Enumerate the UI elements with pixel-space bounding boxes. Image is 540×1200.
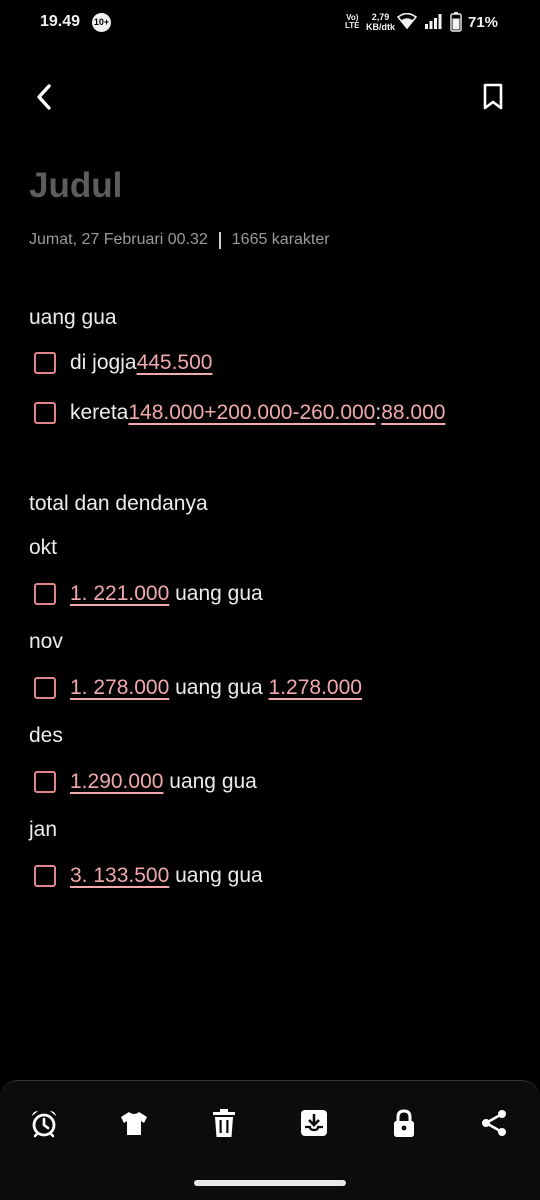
number-link[interactable]: 1. 278.000 xyxy=(70,676,169,700)
checkbox[interactable] xyxy=(34,352,56,374)
volte-indicator: Vo) LTE xyxy=(345,13,360,30)
delete-button[interactable] xyxy=(202,1103,246,1147)
number-link[interactable]: 3. 133.500 xyxy=(70,864,169,888)
item-label: uang gua xyxy=(169,676,269,699)
bookmark-icon xyxy=(482,83,504,116)
checkbox[interactable] xyxy=(34,402,56,424)
item-label: uang gua xyxy=(163,770,257,793)
month-label-okt: okt xyxy=(29,536,58,559)
checklist-item-nov: 1. 278.000 uang gua 1.278.000 xyxy=(34,676,362,700)
checkbox[interactable] xyxy=(34,771,56,793)
shirt-icon xyxy=(119,1109,149,1142)
notification-count-badge: 10+ xyxy=(92,13,111,32)
lock-button[interactable] xyxy=(382,1103,426,1147)
checklist-item-des: 1.290.000 uang gua xyxy=(34,770,257,794)
app-bar xyxy=(0,70,540,126)
item-label: kereta xyxy=(70,401,129,424)
network-speed: 2,79 KB/dtk xyxy=(366,12,395,32)
note-title[interactable]: Judul xyxy=(29,166,122,206)
share-button[interactable] xyxy=(472,1103,516,1147)
item-label: di jogja xyxy=(70,351,137,374)
number-link[interactable]: 1.290.000 xyxy=(70,770,163,794)
checkbox[interactable] xyxy=(34,865,56,887)
wifi-icon xyxy=(396,12,418,34)
number-link[interactable]: 1. 221.000 xyxy=(70,582,169,606)
note-meta: Jumat, 27 Februari 00.32 1665 karakter xyxy=(29,231,330,249)
item-label: uang gua xyxy=(169,864,263,887)
chevron-left-icon xyxy=(34,83,56,115)
note-char-count: 1665 karakter xyxy=(231,231,330,248)
status-time: 19.49 xyxy=(40,13,81,30)
signal-icon xyxy=(424,13,442,34)
checkbox[interactable] xyxy=(34,583,56,605)
battery-icon xyxy=(450,12,462,37)
checkbox[interactable] xyxy=(34,677,56,699)
section-heading-uang-gua: uang gua xyxy=(29,306,117,329)
formula-link[interactable]: 148.000+200.000-260.000 xyxy=(128,401,375,425)
theme-button[interactable] xyxy=(112,1103,156,1147)
number-link[interactable]: 445.500 xyxy=(137,351,213,375)
trash-icon xyxy=(211,1108,237,1143)
month-label-nov: nov xyxy=(29,630,63,653)
month-label-des: des xyxy=(29,724,63,747)
section-heading-total: total dan dendanya xyxy=(29,492,208,515)
meta-divider xyxy=(218,231,221,249)
archive-button[interactable] xyxy=(292,1103,336,1147)
status-bar: 19.49 10+ Vo) LTE 2,79 KB/dtk 71% xyxy=(0,0,540,46)
item-label: uang gua xyxy=(169,582,263,605)
checklist-item-jogja: di jogja 445.500 xyxy=(34,351,212,375)
number-link-2[interactable]: 1.278.000 xyxy=(269,676,362,700)
battery-percent: 71% xyxy=(468,14,499,31)
checklist-item-jan: 3. 133.500 uang gua xyxy=(34,864,263,888)
lock-icon xyxy=(392,1108,416,1143)
home-indicator[interactable] xyxy=(194,1180,346,1186)
bookmark-button[interactable] xyxy=(472,78,514,120)
back-button[interactable] xyxy=(24,78,66,120)
result-link[interactable]: 88.000 xyxy=(381,401,445,425)
checklist-item-okt: 1. 221.000 uang gua xyxy=(34,582,263,606)
note-date: Jumat, 27 Februari 00.32 xyxy=(29,231,208,248)
share-icon xyxy=(480,1109,508,1142)
reminder-button[interactable] xyxy=(22,1103,66,1147)
checklist-item-kereta: kereta 148.000+200.000-260.000 : 88.000 xyxy=(34,401,445,425)
download-icon xyxy=(300,1109,328,1142)
alarm-icon xyxy=(29,1108,59,1143)
month-label-jan: jan xyxy=(29,818,58,841)
